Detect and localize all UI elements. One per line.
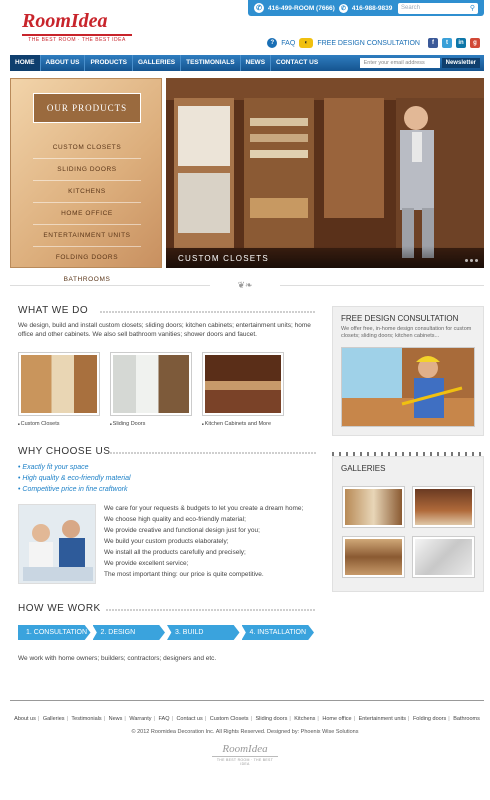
- consultation-box-title: FREE DESIGN CONSULTATION: [341, 314, 459, 323]
- gallery-thumb-3[interactable]: [342, 536, 405, 578]
- footer-link-galleries[interactable]: Galleries: [43, 716, 65, 722]
- footer-link-about[interactable]: About us: [14, 716, 36, 722]
- consultation-link[interactable]: FREE DESIGN CONSULTATION: [317, 40, 420, 47]
- work-steps: 1. CONSULTATION 2. DESIGN 3. BUILD 4. IN…: [18, 625, 316, 640]
- footer-link-bathrooms[interactable]: Bathrooms: [453, 716, 480, 722]
- faq-link[interactable]: FAQ: [281, 40, 295, 47]
- thumb-caption-closets[interactable]: Custom Closets: [18, 421, 60, 427]
- step-installation: 4. INSTALLATION: [241, 625, 314, 640]
- top-contact-bar: ✆ 416-499-ROOM (7666) ✆ 416-988-9839 Sea…: [248, 0, 484, 16]
- thumb-custom-closets[interactable]: [18, 352, 100, 416]
- footer-link-news[interactable]: News: [109, 716, 123, 722]
- ornament-divider: ❦❧: [237, 280, 253, 290]
- phone-icon-2: ✆: [338, 3, 348, 13]
- how-we-work-text: We work with home owners; builders; cont…: [18, 655, 217, 662]
- footer-link-warranty[interactable]: Warranty: [129, 716, 151, 722]
- gallery-thumb-4[interactable]: [412, 536, 475, 578]
- bullet-2: High quality & eco-friendly material: [18, 473, 130, 484]
- footer-link-testimonials[interactable]: Testimonials: [71, 716, 101, 722]
- step-design: 2. DESIGN: [92, 625, 165, 640]
- footer-link-custom-closets[interactable]: Custom Closets: [210, 716, 249, 722]
- footer-link-entertainment[interactable]: Entertainment units: [359, 716, 406, 722]
- product-folding-doors[interactable]: FOLDING DOORS: [33, 247, 141, 269]
- product-home-office[interactable]: HOME OFFICE: [33, 203, 141, 225]
- what-we-do-title: WHAT WE DO: [18, 305, 89, 316]
- tape-measure-icon: ◐: [299, 38, 314, 48]
- twitter-icon[interactable]: t: [442, 38, 452, 48]
- hero-caption: CUSTOM CLOSETS: [166, 246, 484, 268]
- search-icon[interactable]: ⚲: [470, 4, 475, 12]
- nav-galleries[interactable]: GALLERIES: [133, 55, 182, 71]
- footer-link-contact[interactable]: Contact us: [176, 716, 202, 722]
- facebook-icon[interactable]: f: [428, 38, 438, 48]
- phone-icon: ✆: [254, 3, 264, 13]
- product-bathrooms[interactable]: BATHROOMS: [33, 269, 141, 291]
- googleplus-icon[interactable]: g: [470, 38, 480, 48]
- products-list: CUSTOM CLOSETS SLIDING DOORS KITCHENS HO…: [33, 137, 141, 291]
- products-title: OUR PRODUCTS: [33, 93, 141, 123]
- footer-link-faq[interactable]: FAQ: [158, 716, 169, 722]
- why-list: We care for your requests & budgets to l…: [104, 505, 304, 578]
- footer-link-kitchens[interactable]: Kitchens: [294, 716, 315, 722]
- footer-link-home-office[interactable]: Home office: [322, 716, 351, 722]
- why-bullets: Exactly fit your space High quality & ec…: [18, 462, 131, 495]
- nav-news[interactable]: NEWS: [241, 55, 272, 71]
- linkedin-icon[interactable]: in: [456, 38, 466, 48]
- consultation-box[interactable]: FREE DESIGN CONSULTATION We offer free, …: [332, 306, 484, 436]
- faq-icon[interactable]: ?: [267, 38, 278, 48]
- footer-logo[interactable]: RoomIdea THE BEST ROOM · THE BEST IDEA: [212, 743, 278, 766]
- step-consultation: 1. CONSULTATION: [18, 625, 91, 640]
- nav-home[interactable]: HOME: [10, 55, 41, 71]
- footer-links: About us | Galleries | Testimonials | News |…: [14, 716, 480, 722]
- consultation-photo: [18, 504, 96, 584]
- thumb-sliding-doors[interactable]: [110, 352, 192, 416]
- why-choose-title: WHY CHOOSE US: [18, 446, 111, 457]
- newsletter-email-input[interactable]: Enter your email address: [359, 58, 440, 68]
- footer-link-sliding-doors[interactable]: Sliding doors: [256, 716, 288, 722]
- thumb-kitchen-cabinets[interactable]: [202, 352, 284, 416]
- top-links: ? FAQ ◐ FREE DESIGN CONSULTATION f t in …: [267, 38, 480, 48]
- product-kitchens[interactable]: KITCHENS: [33, 181, 141, 203]
- footer-link-folding-doors[interactable]: Folding doors: [413, 716, 446, 722]
- nav-testimonials[interactable]: TESTIMONIALS: [181, 55, 241, 71]
- copyright: © 2012 Roomidea Decoration Inc. All Righ…: [131, 729, 359, 735]
- gallery-thumb-2[interactable]: [412, 486, 475, 528]
- how-we-work-title: HOW WE WORK: [18, 603, 101, 614]
- main-nav: HOME ABOUT US PRODUCTS GALLERIES TESTIMO…: [10, 55, 484, 71]
- bullet-3: Competitive price in fine craftwork: [18, 484, 131, 495]
- thumb-caption-sliding[interactable]: Sliding Doors: [110, 421, 146, 427]
- bullet-1: Exactly fit your space: [18, 462, 131, 473]
- galleries-title: GALLERIES: [341, 464, 386, 473]
- product-entertainment-units[interactable]: ENTERTAINMENT UNITS: [33, 225, 141, 247]
- products-panel: OUR PRODUCTS CUSTOM CLOSETS SLIDING DOOR…: [10, 78, 162, 283]
- nav-about-us[interactable]: ABOUT US: [41, 55, 86, 71]
- consultation-box-text: We offer free, in-home design consultati…: [341, 326, 472, 339]
- what-we-do-text: We design, build and install custom clos…: [18, 322, 311, 338]
- step-build: 3. BUILD: [167, 625, 240, 640]
- hero-slider[interactable]: CUSTOM CLOSETS: [166, 78, 484, 268]
- nav-contact-us[interactable]: CONTACT US: [271, 55, 323, 71]
- nav-products[interactable]: PRODUCTS: [85, 55, 133, 71]
- consultation-photo-installer: [341, 347, 475, 427]
- slider-dots[interactable]: [465, 259, 478, 262]
- phone-number-1: 416-499-ROOM (7666): [268, 4, 335, 12]
- gallery-thumb-1[interactable]: [342, 486, 405, 528]
- site-logo[interactable]: RoomIdea THE BEST ROOM · THE BEST IDEA: [22, 10, 132, 43]
- product-custom-closets[interactable]: CUSTOM CLOSETS: [33, 137, 141, 159]
- newsletter-button[interactable]: Newsletter: [441, 58, 480, 68]
- search-input[interactable]: Search ⚲: [398, 2, 478, 14]
- phone-number-2: 416-988-9839: [351, 4, 393, 12]
- thumb-caption-kitchen[interactable]: Kitchen Cabinets and More: [202, 421, 271, 427]
- product-sliding-doors[interactable]: SLIDING DOORS: [33, 159, 141, 181]
- closet-photo: [166, 78, 484, 268]
